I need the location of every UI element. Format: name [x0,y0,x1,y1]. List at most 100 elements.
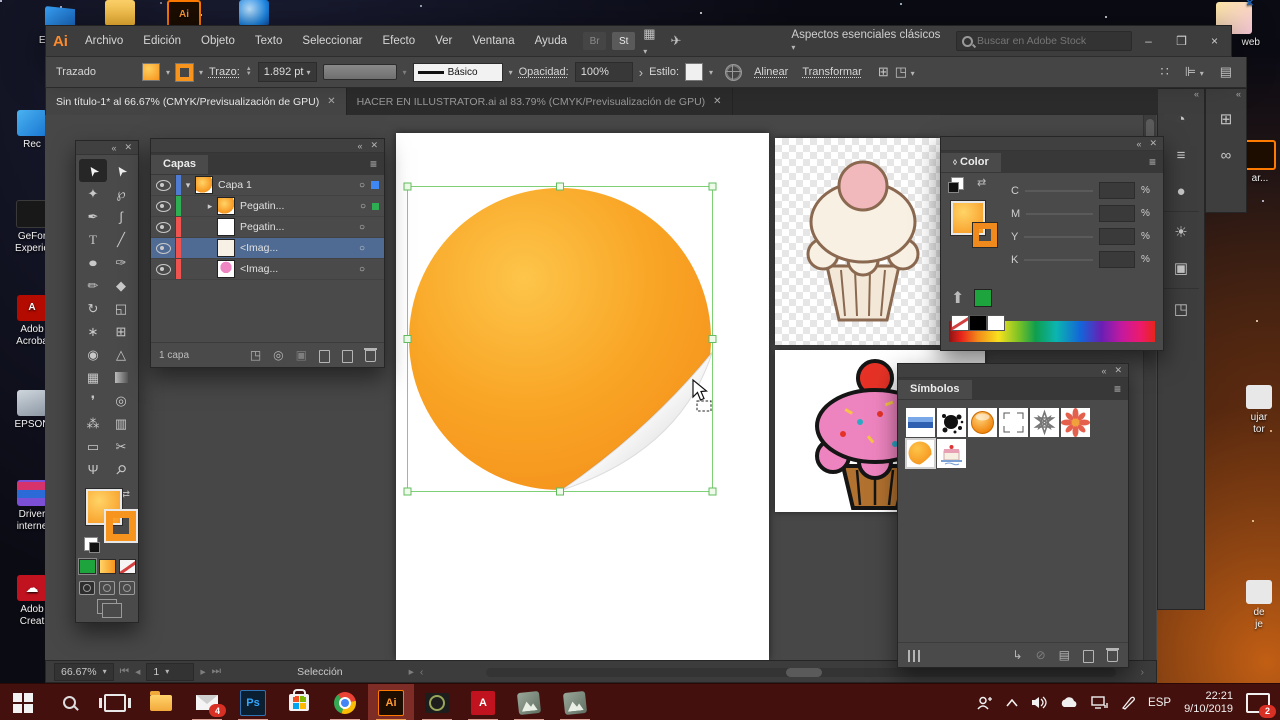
dock-options-icon[interactable]: ⊫ ▾ [1185,64,1204,80]
collect-for-export-icon[interactable]: ◳ [250,348,261,362]
acrobat-button[interactable]: A [460,684,506,720]
grid-options-icon[interactable]: ∷ [1160,64,1168,80]
file-explorer-button[interactable] [138,684,184,720]
task-view-button[interactable] [92,684,138,720]
symbol-sprayer-tool[interactable]: ⁂ [79,412,107,435]
break-symbol-link-icon[interactable]: ⊘ [1036,648,1046,662]
draw-normal-mode-button[interactable] [79,581,95,595]
visibility-toggle[interactable] [151,175,176,195]
close-panel-icon[interactable]: ✕ [124,142,132,153]
collapse-panel-icon[interactable]: « [111,143,116,153]
arrange-documents-icon[interactable]: ▦ ▾ [643,26,662,57]
close-tab-icon[interactable]: ✕ [327,96,335,107]
layer-name[interactable]: <Imag... [240,263,353,275]
opacity-expand-icon[interactable]: › [639,65,643,80]
symbol-options-icon[interactable]: ▤ [1059,648,1070,662]
artboard-navigation-dropdown[interactable]: 1▾ [146,663,194,681]
opacity-label[interactable]: Opacidad: [519,66,569,78]
shaper-pencil-tool[interactable]: ✏ [79,274,107,297]
magenta-value-field[interactable] [1099,205,1135,222]
menu-ver[interactable]: Ver [425,35,462,47]
new-sublayer-icon[interactable] [319,350,330,363]
eyedropper-tool[interactable]: ❜ [79,389,107,412]
swap-fill-stroke-icon[interactable]: ⇄ [977,176,986,189]
perspective-grid-tool[interactable]: △ [107,343,135,366]
none-swatch[interactable] [951,315,969,331]
stroke-swatch[interactable] [106,511,136,541]
magenta-slider[interactable] [1026,213,1093,215]
screen-mode-button[interactable] [97,599,117,614]
paintbrush-tool[interactable]: ✑ [107,251,135,274]
type-tool[interactable]: T [79,228,107,251]
close-panel-icon[interactable]: ✕ [370,140,378,151]
close-button[interactable]: × [1198,29,1231,53]
draw-inside-mode-button[interactable] [119,581,135,595]
desktop-icon-right-4[interactable]: de je [1238,580,1280,631]
opacity-value[interactable]: 100% [575,62,633,82]
taskbar-search-button[interactable] [46,684,92,720]
transform-button[interactable]: Transformar [802,66,862,78]
stroke-weight-value[interactable]: 1.892 pt ▾ [258,62,317,82]
symbol-flor-roja[interactable] [1061,408,1090,437]
symbol-pegatina-naranja[interactable] [906,439,935,468]
zoom-level-dropdown[interactable]: 66.67%▾ [54,663,114,681]
illustrator-button[interactable]: Ai [368,684,414,720]
photo-app-2-button[interactable] [552,684,598,720]
creative-cloud-icon[interactable]: ∞ [1206,137,1246,173]
white-swatch[interactable] [987,315,1005,331]
selection-tool[interactable]: ➤ [79,159,107,182]
last-color-swatch[interactable] [974,289,992,307]
previous-artboard-icon[interactable]: ◂ [135,666,140,678]
target-circle-icon[interactable]: ○ [354,201,372,212]
fill-color-swatch[interactable] [142,63,160,81]
appearance-panel-icon[interactable]: ☀ [1158,214,1204,250]
visibility-toggle[interactable] [151,238,176,258]
selection-chip[interactable] [372,203,379,210]
panel-menu-icon[interactable]: ≡ [1114,382,1128,396]
symbol-mancha-tinta[interactable] [937,408,966,437]
screen-recorder-button[interactable] [414,684,460,720]
place-symbol-instance-icon[interactable]: ↳ [1013,648,1023,662]
workspace-switcher[interactable]: Aspectos esenciales clásicos ▾ [791,29,942,53]
document-setup-globe-icon[interactable] [725,64,742,81]
delete-symbol-icon[interactable] [1107,650,1118,662]
collapse-panel-icon[interactable]: « [1136,139,1141,149]
pen-icon[interactable] [1121,696,1135,710]
status-expand-icon[interactable]: ▸ [409,666,414,678]
stroke-weight-stepper[interactable]: ▲▼ [246,67,252,77]
symbol-orbe-naranja[interactable] [968,408,997,437]
swap-fill-stroke-icon[interactable]: ⇄ [122,489,130,500]
line-segment-tool[interactable]: ╱ [107,228,135,251]
menu-edicion[interactable]: Edición [133,35,191,47]
expand-chevron-icon[interactable]: ▸ [203,201,217,212]
last-color-arrow-icon[interactable]: ⬆ [951,288,964,308]
mesh-tool[interactable]: ▦ [79,366,107,389]
layer-name[interactable]: <Imag... [240,242,353,254]
visibility-toggle[interactable] [151,217,176,237]
layer-row-pegatina-2[interactable]: Pegatin... ○ [151,217,384,238]
document-tab-2[interactable]: HACER EN ILLUSTRATOR.ai al 83.79% (CMYK/… [347,88,733,115]
target-circle-icon[interactable]: ○ [353,222,371,233]
graph-tool[interactable]: ▥ [107,412,135,435]
target-circle-icon[interactable]: ○ [353,264,371,275]
close-panel-icon[interactable]: ✕ [1114,365,1122,376]
chevron-down-icon[interactable]: ▾ [166,68,170,77]
stroke-swatch[interactable] [973,223,997,247]
cyan-slider[interactable] [1025,190,1093,192]
default-fill-stroke-icon[interactable] [951,177,964,190]
artboard[interactable] [396,133,769,660]
yellow-slider[interactable] [1024,236,1093,238]
menu-ayuda[interactable]: Ayuda [525,35,577,47]
start-button[interactable] [0,684,46,720]
status-collapse-icon[interactable]: ‹ [420,666,424,678]
layer-thumbnail[interactable] [217,239,235,257]
black-swatch[interactable] [969,315,987,331]
volume-icon[interactable] [1031,696,1047,709]
layer-thumbnail[interactable] [217,260,235,278]
hand-tool[interactable]: Ψ [79,458,107,481]
layer-thumbnail[interactable] [217,197,235,215]
graphic-style-swatch[interactable] [685,63,703,81]
shape-builder-tool[interactable]: ◉ [79,343,107,366]
ellipse-tool[interactable]: ● [79,251,107,274]
new-symbol-icon[interactable] [1083,650,1094,663]
